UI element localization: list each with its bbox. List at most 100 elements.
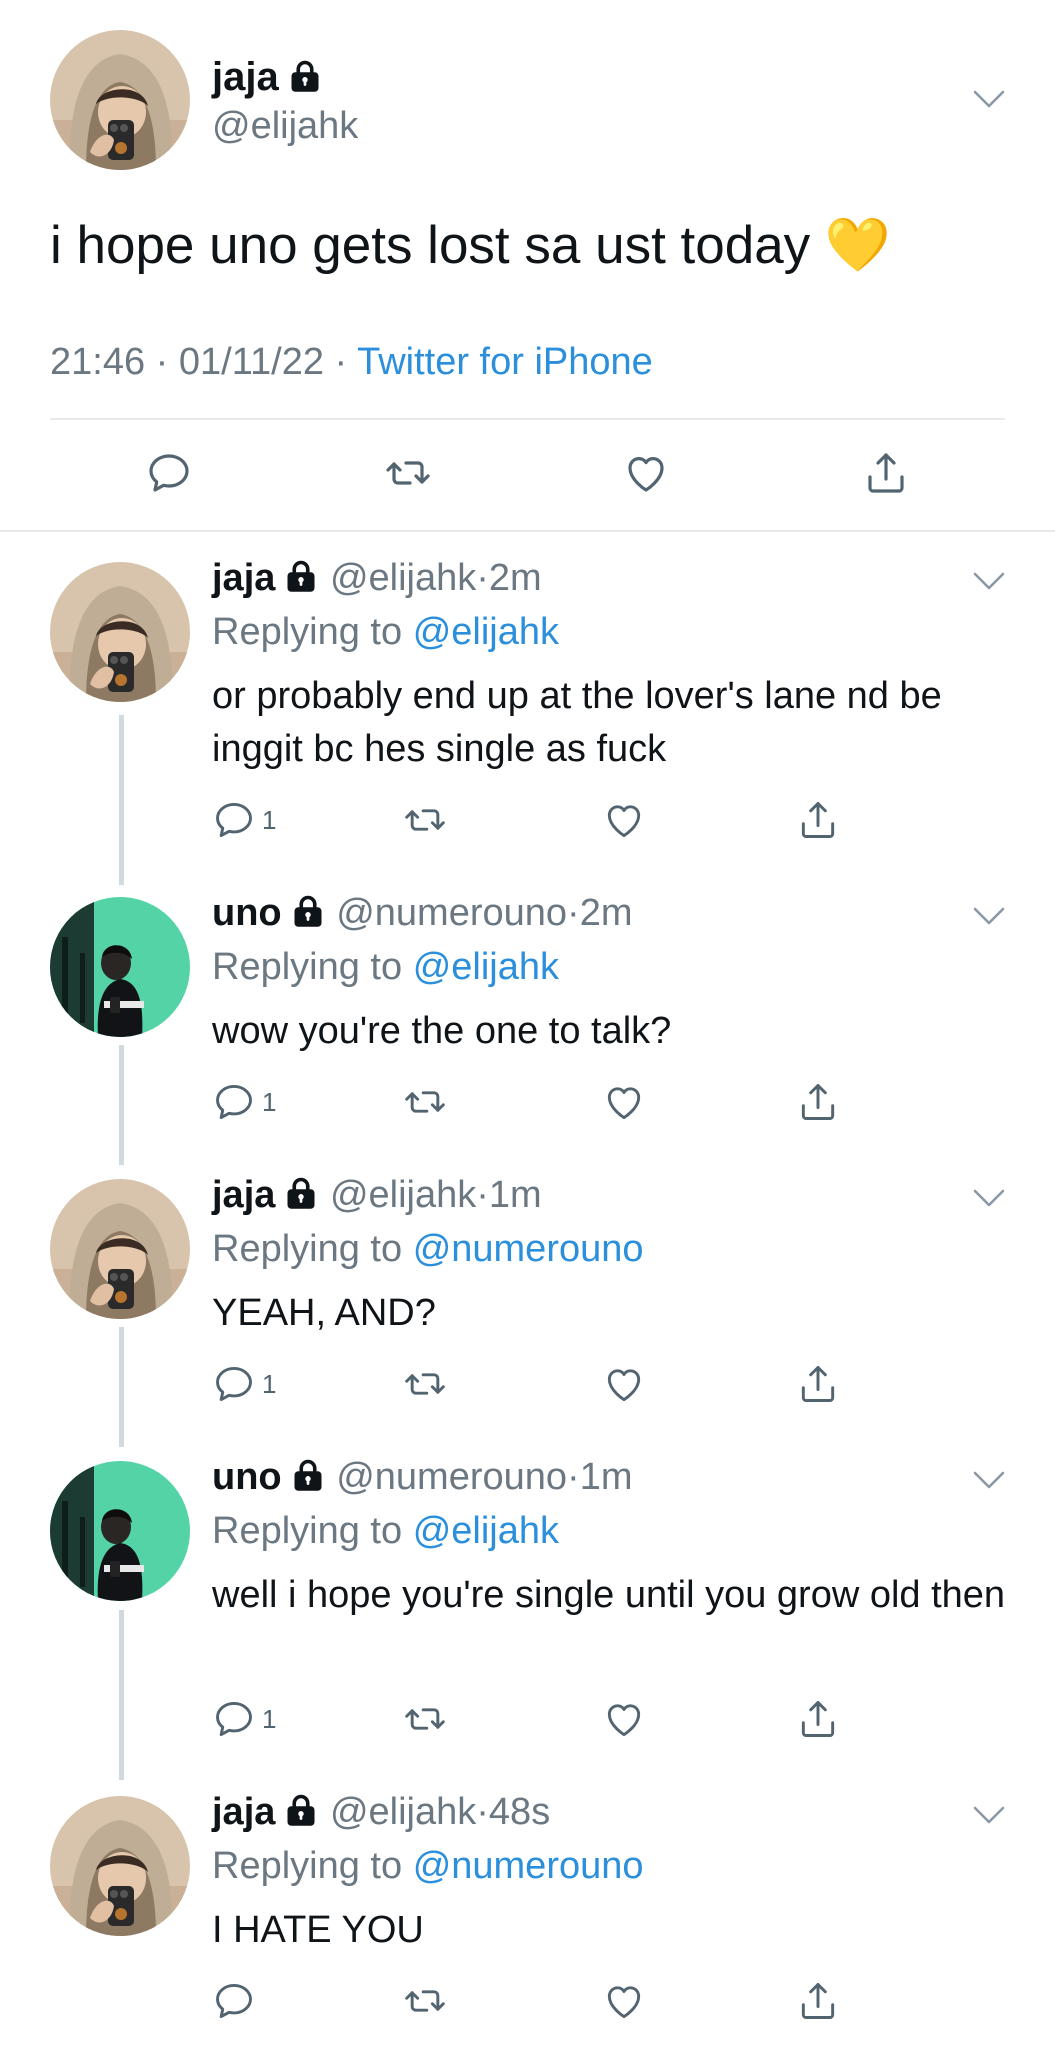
reply-to-handle-link[interactable]: @elijahk <box>413 611 559 653</box>
retweet-button[interactable] <box>402 1976 448 2026</box>
share-button[interactable] <box>796 795 840 845</box>
retweet-button[interactable] <box>402 795 448 845</box>
share-button[interactable] <box>796 1694 840 1744</box>
thread-line <box>119 1327 124 1447</box>
reply-text: or probably end up at the lover's lane n… <box>212 675 942 770</box>
reply-to-handle-link[interactable]: @elijahk <box>413 946 559 988</box>
share-icon <box>796 798 840 842</box>
avatar[interactable] <box>50 30 190 170</box>
lock-icon <box>287 58 323 104</box>
tweet-time: 21:46 <box>50 341 146 383</box>
chevron-down-icon[interactable] <box>972 88 1006 110</box>
meta-dot: · <box>567 1456 580 1498</box>
author-name[interactable]: jaja <box>212 1174 275 1216</box>
tweet-meta: 21:46 · 01/11/22 · Twitter for iPhone <box>50 340 653 384</box>
retweet-button[interactable] <box>402 1359 448 1409</box>
lock-icon <box>283 1792 319 1838</box>
avatar[interactable] <box>50 1179 190 1319</box>
replying-to: Replying to @numerouno <box>212 1844 644 1888</box>
reply-bubble-icon <box>212 1697 256 1741</box>
author-name[interactable]: uno <box>212 1456 282 1498</box>
reply-count: 1 <box>262 1368 277 1399</box>
chevron-down-icon[interactable] <box>972 1187 1006 1209</box>
main-actions <box>0 448 1055 498</box>
share-icon <box>796 1979 840 2023</box>
reply-actions <box>212 1976 852 2026</box>
replying-to: Replying to @elijahk <box>212 1509 559 1553</box>
avatar[interactable] <box>50 562 190 702</box>
reply-age: 48s <box>488 1791 551 1833</box>
share-icon <box>796 1697 840 1741</box>
like-button[interactable] <box>602 1976 646 2026</box>
author-handle[interactable]: @numerouno <box>336 1456 567 1498</box>
meta-dot: · <box>334 341 348 383</box>
replying-to-label: Replying to <box>212 1228 403 1270</box>
share-button[interactable] <box>796 1976 840 2026</box>
share-button[interactable] <box>862 448 910 498</box>
reply-button[interactable]: 1 <box>212 1359 276 1409</box>
retweet-icon <box>402 1979 448 2023</box>
reply-button[interactable]: 1 <box>212 1694 276 1744</box>
author-name[interactable]: uno <box>212 892 282 934</box>
like-button[interactable] <box>602 1077 646 1127</box>
reply-text: YEAH, AND? <box>212 1292 436 1334</box>
meta-dot: · <box>155 341 169 383</box>
author-handle[interactable]: @elijahk <box>212 104 358 148</box>
reply-text: wow you're the one to talk? <box>212 1010 672 1052</box>
author-handle[interactable]: @elijahk <box>330 1791 476 1833</box>
retweet-icon <box>402 1697 448 1741</box>
share-button[interactable] <box>796 1077 840 1127</box>
reply-button[interactable] <box>145 448 193 498</box>
author-name[interactable]: jaja <box>212 557 275 599</box>
share-button[interactable] <box>796 1359 840 1409</box>
reply-age: 2m <box>488 557 542 599</box>
reply-header: uno @numerouno·1m <box>212 1455 632 1503</box>
replying-to-label: Replying to <box>212 1845 403 1887</box>
avatar[interactable] <box>50 897 190 1037</box>
replying-to-label: Replying to <box>212 1510 403 1552</box>
replying-to: Replying to @elijahk <box>212 945 559 989</box>
reply-to-handle-link[interactable]: @numerouno <box>413 1845 644 1887</box>
lock-icon <box>283 1175 319 1221</box>
replying-to-label: Replying to <box>212 946 403 988</box>
like-button[interactable] <box>602 795 646 845</box>
reply-header: uno @numerouno·2m <box>212 891 632 939</box>
thread-line <box>119 1610 124 1780</box>
avatar[interactable] <box>50 1461 190 1601</box>
reply-button[interactable]: 1 <box>212 1077 276 1127</box>
retweet-button[interactable] <box>382 448 434 498</box>
like-button[interactable] <box>602 1694 646 1744</box>
tweet-source-link[interactable]: Twitter for iPhone <box>357 341 653 383</box>
reply-to-handle-link[interactable]: @elijahk <box>413 1510 559 1552</box>
retweet-button[interactable] <box>402 1077 448 1127</box>
reply-count: 1 <box>262 1086 277 1117</box>
heart-icon <box>602 1697 646 1741</box>
author-name[interactable]: jaja <box>212 55 279 99</box>
reply-age: 2m <box>579 892 633 934</box>
reply-bubble-icon <box>145 449 193 497</box>
reply-button[interactable]: 1 <box>212 795 276 845</box>
author-handle[interactable]: @elijahk <box>330 557 476 599</box>
thread-line <box>119 715 124 885</box>
retweet-button[interactable] <box>402 1694 448 1744</box>
like-button[interactable] <box>602 1359 646 1409</box>
heart-icon <box>602 1979 646 2023</box>
chevron-down-icon[interactable] <box>972 1804 1006 1826</box>
author-handle[interactable]: @numerouno <box>336 892 567 934</box>
reply-count: 1 <box>262 1703 277 1734</box>
replying-to: Replying to @elijahk <box>212 610 559 654</box>
chevron-down-icon[interactable] <box>972 570 1006 592</box>
author-handle[interactable]: @elijahk <box>330 1174 476 1216</box>
meta-dot: · <box>476 1174 489 1216</box>
like-button[interactable] <box>622 448 670 498</box>
reply-actions: 1 <box>212 1694 852 1744</box>
reply-bubble-icon <box>212 1080 256 1124</box>
chevron-down-icon[interactable] <box>972 1469 1006 1491</box>
reply-to-handle-link[interactable]: @numerouno <box>413 1228 644 1270</box>
chevron-down-icon[interactable] <box>972 905 1006 927</box>
section-divider <box>0 530 1055 532</box>
meta-dot: · <box>476 1791 489 1833</box>
author-name[interactable]: jaja <box>212 1791 275 1833</box>
reply-button[interactable] <box>212 1976 262 2026</box>
avatar[interactable] <box>50 1796 190 1936</box>
